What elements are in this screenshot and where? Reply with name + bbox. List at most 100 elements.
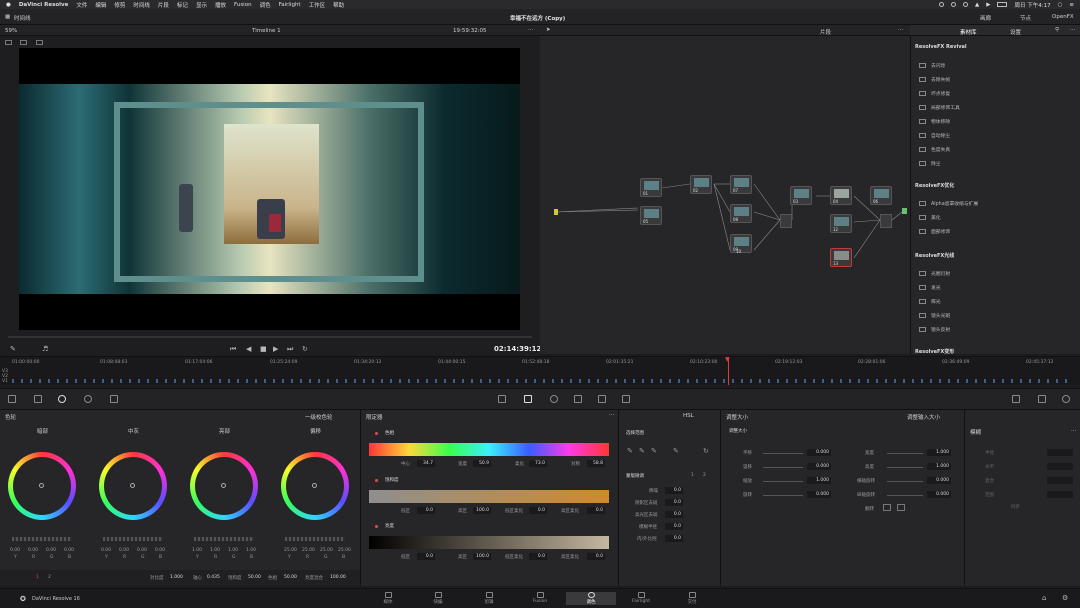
timeline-toggle-label[interactable]: 时间线 — [14, 14, 31, 22]
fx-item[interactable]: 辉光 — [919, 298, 941, 305]
wheel-value[interactable]: 1.00 — [192, 548, 202, 553]
apple-icon[interactable]: ● — [6, 2, 11, 8]
node[interactable]: 02 — [690, 175, 712, 194]
sizing-value[interactable]: 1.000 — [807, 477, 831, 484]
first-frame-icon[interactable]: ⏮ — [230, 345, 236, 354]
more-icon[interactable]: ⋯ — [1070, 27, 1076, 33]
wifi-icon[interactable]: ▲ — [975, 2, 979, 8]
master-wheel[interactable] — [194, 537, 254, 541]
sizing-slider[interactable] — [763, 467, 803, 468]
qualifier-mode[interactable]: HSL — [683, 413, 694, 419]
node[interactable]: 07 — [730, 175, 752, 194]
stop-icon[interactable]: ■ — [260, 345, 267, 353]
hue-center-value[interactable]: 34.7 — [417, 460, 435, 467]
info-icon[interactable] — [1062, 395, 1070, 403]
fx-item[interactable]: 自动除尘 — [919, 132, 950, 139]
fx-item[interactable]: 美化 — [919, 214, 941, 221]
picker-sub-icon[interactable]: ✎ — [651, 447, 657, 455]
wheel-value[interactable]: 0.00 — [101, 548, 111, 553]
more-icon[interactable]: ⋯ — [609, 412, 615, 418]
sat-toggle-icon[interactable] — [375, 479, 378, 482]
node[interactable]: 12 — [830, 214, 852, 233]
sync-toggle[interactable]: 同步 — [1011, 504, 1020, 510]
hue-range-bar[interactable] — [369, 443, 609, 456]
home-icon[interactable]: ⌂ — [1042, 594, 1046, 602]
menu-help[interactable]: 帮助 — [333, 1, 344, 9]
fx-section-title[interactable]: ResolveFX变形 — [915, 348, 954, 355]
hue-soft-value[interactable]: 73.0 — [529, 460, 547, 467]
node[interactable]: 08 — [730, 204, 752, 223]
sizing-slider[interactable] — [763, 495, 803, 496]
fx-item[interactable]: 去闪烁 — [919, 62, 945, 69]
saturation-value[interactable]: 50.00 — [248, 575, 261, 580]
mini-timeline[interactable]: 01:00:00:00 01:08:08:03 01:17:04:06 01:2… — [0, 356, 1080, 385]
tab-library[interactable]: 素材库 — [960, 28, 977, 36]
sizing-slider[interactable] — [887, 467, 923, 468]
menu-playback[interactable]: 播放 — [215, 1, 226, 9]
sat-hsoft-value[interactable]: 0.0 — [587, 507, 605, 514]
color-match-icon[interactable] — [34, 395, 42, 403]
curves-icon[interactable] — [498, 395, 506, 403]
search-icon[interactable]: ⚲ — [1055, 27, 1059, 33]
page-button[interactable]: 1 — [691, 473, 694, 478]
sizing-mode-selector[interactable]: 调整输入大小 — [907, 413, 940, 421]
wheel-value[interactable]: 1.00 — [228, 548, 238, 553]
clock[interactable]: 周日 下午4:17 — [1014, 1, 1050, 9]
blur-row-value[interactable] — [1047, 477, 1073, 484]
page-button[interactable]: 2 — [703, 473, 706, 478]
wheel-value[interactable]: 25.00 — [338, 548, 351, 553]
fx-item[interactable]: 色度失真 — [919, 146, 950, 153]
tab-settings[interactable]: 设置 — [1010, 28, 1021, 36]
clip-strip[interactable] — [12, 379, 1072, 383]
master-wheel[interactable] — [285, 537, 345, 541]
node[interactable]: 04 — [830, 186, 852, 205]
fx-item[interactable]: 镜头光斑 — [919, 312, 950, 319]
node-mode-selector[interactable]: 片段 — [820, 28, 831, 36]
playhead-marker-icon[interactable]: ▼ — [725, 356, 730, 363]
pointer-icon[interactable]: ➤ — [546, 27, 551, 33]
page-cut[interactable]: 快编 — [423, 592, 453, 605]
fx-item[interactable]: Alpha遮罩收缩与扩展 — [919, 200, 978, 207]
master-wheel[interactable] — [103, 537, 163, 541]
menu-fusion[interactable]: Fusion — [234, 2, 252, 8]
matte-row-value[interactable]: 0.0 — [665, 535, 683, 542]
input-node[interactable] — [554, 209, 558, 215]
magic-mask-icon[interactable] — [598, 395, 606, 403]
rgb-mixer-icon[interactable] — [110, 395, 118, 403]
fx-item[interactable]: 发光 — [919, 284, 941, 291]
invert-icon[interactable]: ↻ — [703, 447, 709, 455]
status-icon[interactable] — [963, 2, 968, 7]
wheel-value[interactable]: 25.00 — [320, 548, 333, 553]
search-icon[interactable]: ○ — [1058, 2, 1063, 8]
picker-icon[interactable]: ✎ — [627, 447, 633, 455]
wheel-center[interactable] — [39, 483, 44, 488]
wheel-value[interactable]: 0.00 — [155, 548, 165, 553]
sizing-value[interactable]: 1.000 — [927, 463, 951, 470]
settings-icon[interactable]: ⚙ — [1062, 594, 1068, 602]
viewer-tool-icon[interactable] — [36, 40, 43, 45]
picker-add-icon[interactable]: ✎ — [639, 447, 645, 455]
wheel-center[interactable] — [312, 483, 317, 488]
node[interactable]: 06 — [870, 186, 892, 205]
sizing-slider[interactable] — [763, 453, 803, 454]
lummix-value[interactable]: 100.00 — [330, 575, 346, 580]
wheel-value[interactable]: 0.00 — [10, 548, 20, 553]
blur-icon[interactable] — [622, 395, 630, 403]
lum-lsoft-value[interactable]: 0.0 — [529, 553, 547, 560]
fx-section-title[interactable]: ResolveFX光线 — [915, 252, 954, 259]
sat-range-bar[interactable] — [369, 490, 609, 503]
mixer-node[interactable] — [780, 214, 792, 228]
speaker-icon[interactable]: ♬ — [42, 345, 48, 353]
sizing-value[interactable]: 0.000 — [927, 477, 951, 484]
menu-edit[interactable]: 编辑 — [95, 1, 106, 9]
zoom-level[interactable]: 59% — [5, 28, 17, 34]
sat-low-value[interactable]: 0.0 — [417, 507, 435, 514]
sizing-slider[interactable] — [887, 453, 923, 454]
page-fusion[interactable]: Fusion — [525, 592, 555, 604]
openfx-button[interactable]: OpenFX — [1052, 14, 1074, 20]
wheel-value[interactable]: 0.00 — [119, 548, 129, 553]
more-icon[interactable]: ⋯ — [898, 27, 904, 33]
page-edit[interactable]: 剪辑 — [474, 592, 504, 605]
color-wheels-icon[interactable] — [58, 395, 66, 403]
gallery-button[interactable]: 画廊 — [980, 14, 991, 22]
